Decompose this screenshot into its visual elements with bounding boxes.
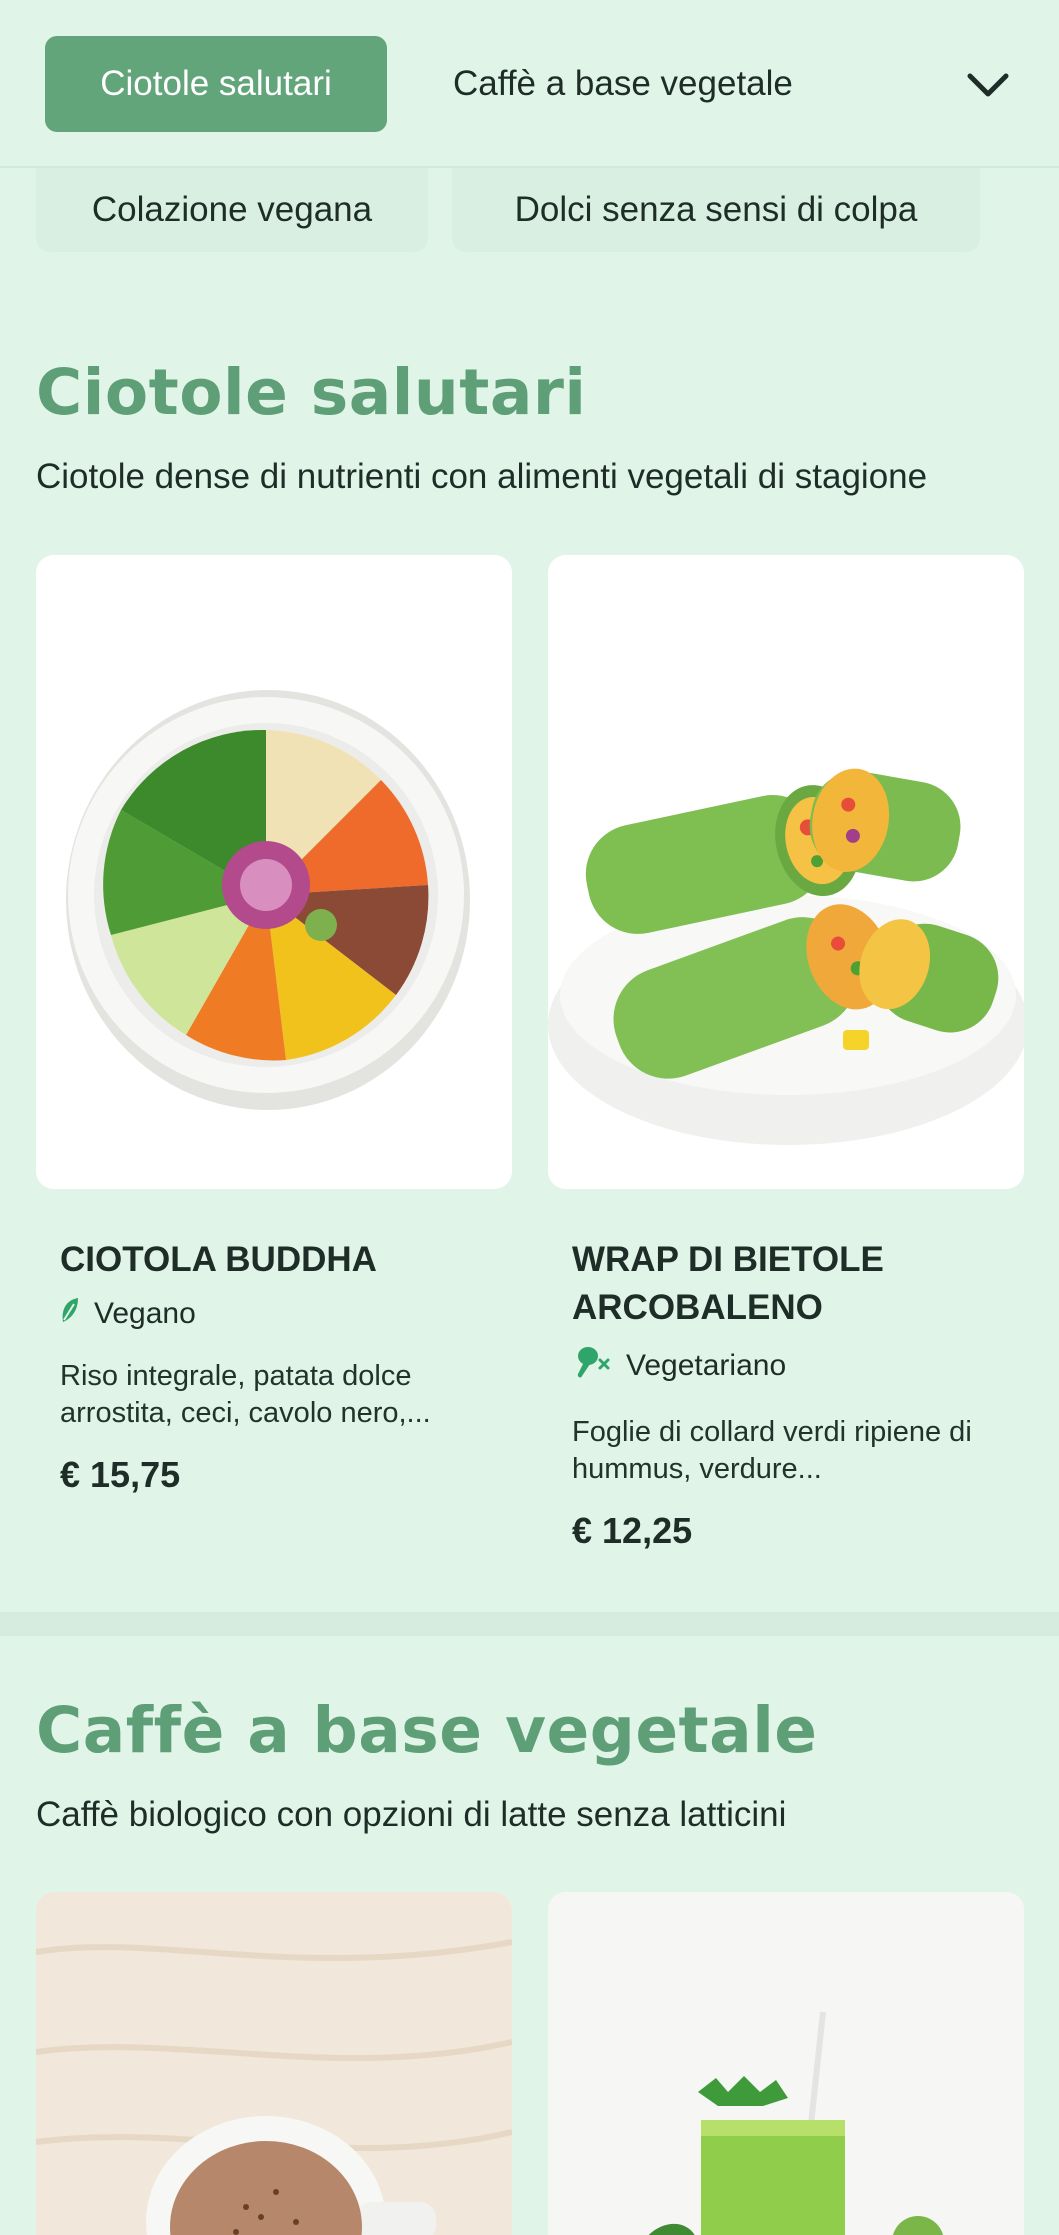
category-chip-colazione[interactable]: Colazione vegana: [36, 168, 428, 252]
section-title: Caffè a base vegetale: [36, 1694, 818, 1767]
category-bar: Ciotole salutari Caffè a base vegetale: [0, 0, 1059, 168]
product-description: Riso integrale, patata dolce arrostita, …: [60, 1360, 431, 1429]
product-image-coffee[interactable]: [36, 1892, 512, 2235]
product-card-rainbow-wrap[interactable]: WRAP DI BIETOLE ARCOBALENO Vegetariano F…: [572, 1236, 1012, 1552]
product-image-rainbow-wrap[interactable]: [548, 555, 1024, 1189]
chevron-down-icon[interactable]: [963, 60, 1013, 110]
category-chip-active[interactable]: Ciotole salutari: [45, 36, 387, 132]
section-title: Ciotole salutari: [36, 356, 587, 429]
leaf-icon: [60, 1296, 80, 1332]
menu-page: Ciotole salutari Caffè a base vegetale C…: [0, 0, 1059, 2235]
product-name: WRAP DI BIETOLE ARCOBALENO: [572, 1240, 884, 1327]
section-divider: [0, 1612, 1059, 1636]
diet-tag: Vegano: [60, 1296, 500, 1332]
product-image-green-smoothie[interactable]: [548, 1892, 1024, 2235]
product-image-buddha-bowl[interactable]: [36, 555, 512, 1189]
category-row-expanded: Colazione vegana Dolci senza sensi di co…: [0, 168, 1059, 252]
diet-tag-label: Vegetariano: [626, 1349, 787, 1382]
product-price: € 15,75: [60, 1454, 181, 1495]
category-chip[interactable]: Caffè a base vegetale: [453, 36, 793, 132]
no-meat-icon: [572, 1344, 612, 1388]
section-subtitle: Ciotole dense di nutrienti con alimenti …: [36, 457, 928, 496]
diet-tag: Vegetariano: [572, 1344, 1012, 1388]
category-chip-dolci[interactable]: Dolci senza sensi di colpa: [452, 168, 980, 252]
product-card-buddha-bowl[interactable]: CIOTOLA BUDDHA Vegano Riso integrale, pa…: [60, 1236, 500, 1496]
product-name: CIOTOLA BUDDHA: [60, 1240, 377, 1279]
product-description: Foglie di collard verdi ripiene di hummu…: [572, 1416, 972, 1485]
diet-tag-label: Vegano: [94, 1297, 196, 1330]
section-subtitle: Caffè biologico con opzioni di latte sen…: [36, 1795, 787, 1834]
product-price: € 12,25: [572, 1510, 693, 1551]
